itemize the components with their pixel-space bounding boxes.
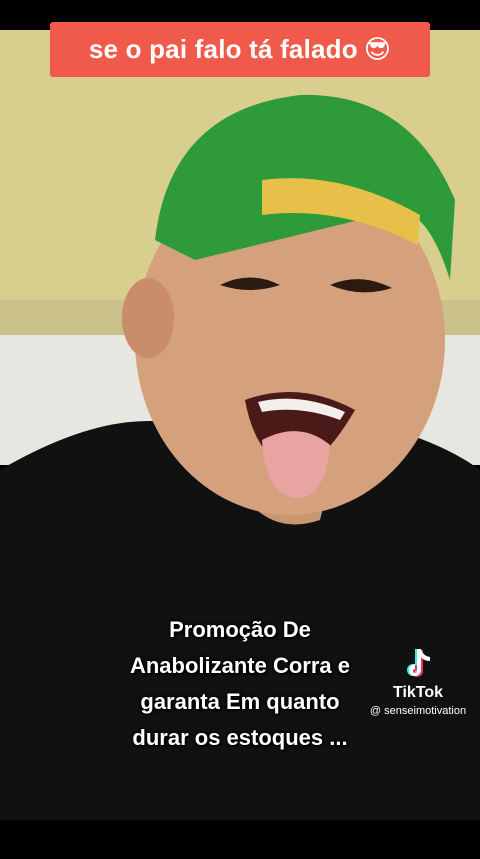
top-caption-text: se o pai falo tá falado: [88, 34, 358, 64]
subtitle-line-1: Promoção De: [169, 617, 311, 642]
tiktok-watermark: TikTok @ senseimotivation: [362, 646, 474, 717]
sunglasses-emoji-icon: 😎: [363, 34, 392, 65]
subtitle-line-4: durar os estoques ...: [132, 725, 348, 750]
tiktok-username: @ senseimotivation: [369, 705, 467, 717]
tiktok-brand-label: TikTok: [392, 684, 444, 701]
video-subtitle: Promoção De Anabolizante Corra e garanta…: [80, 612, 400, 756]
tiktok-logo-icon: [407, 649, 430, 677]
top-caption: se o pai falo tá falado 😎: [50, 22, 430, 77]
subtitle-line-2: Anabolizante Corra e: [129, 653, 351, 678]
subtitle-line-3: garanta Em quanto: [140, 689, 340, 714]
